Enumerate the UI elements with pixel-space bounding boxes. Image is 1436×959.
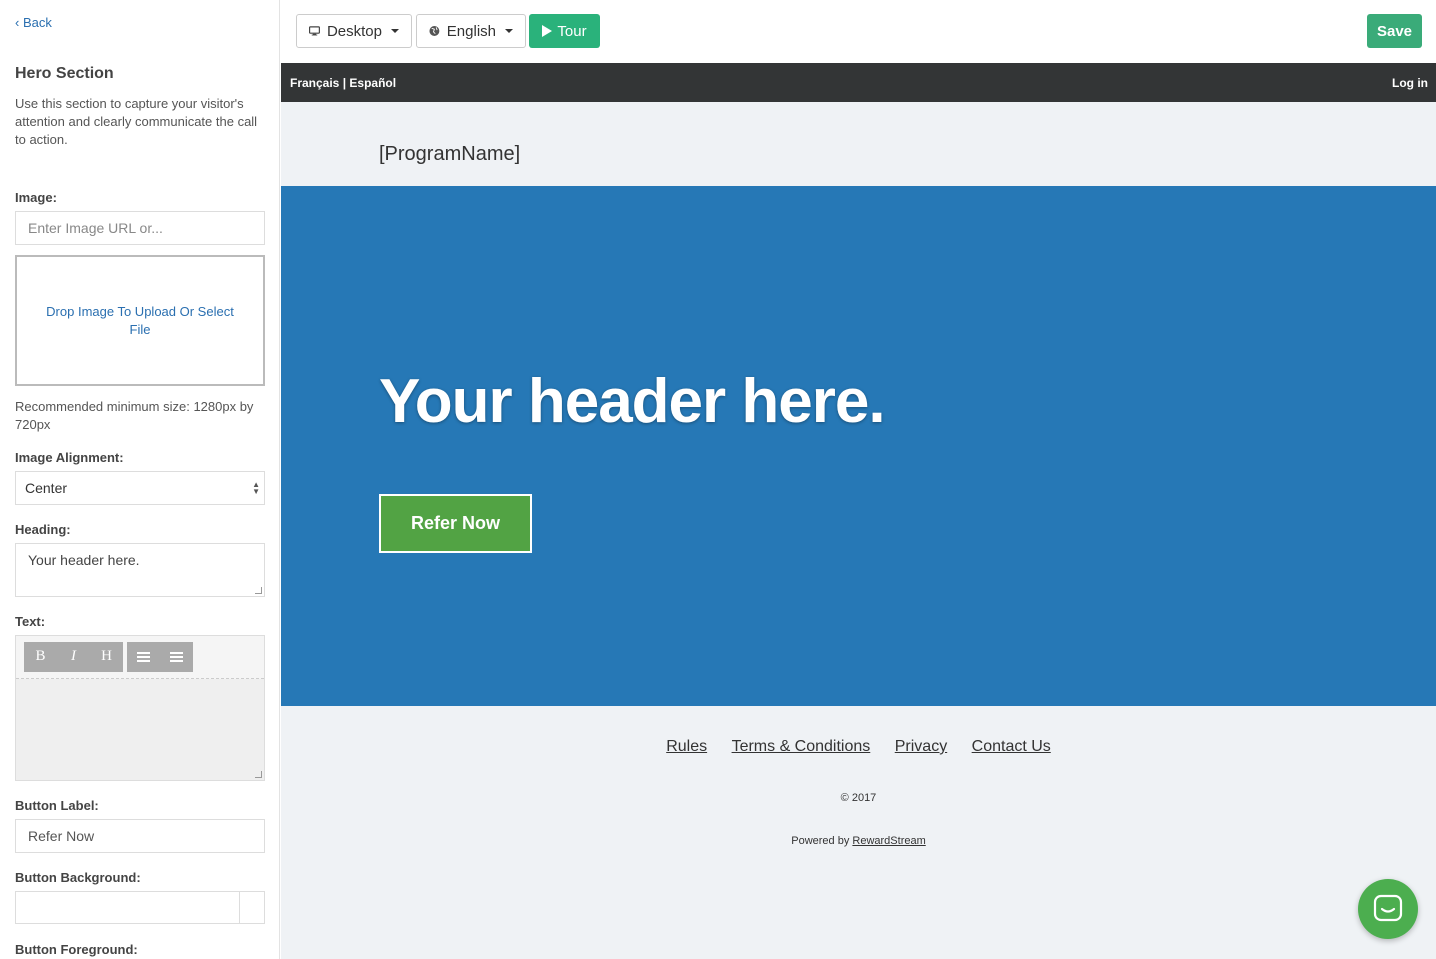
language-links[interactable]: Français | Español bbox=[290, 76, 396, 90]
heading-textarea[interactable]: Your header here. bbox=[15, 543, 265, 597]
italic-button[interactable]: I bbox=[57, 642, 90, 671]
top-toolbar: Desktop English Tour Save bbox=[281, 0, 1436, 63]
login-link[interactable]: Log in bbox=[1392, 76, 1428, 90]
button-background-input[interactable] bbox=[15, 891, 265, 924]
footer-link-privacy[interactable]: Privacy bbox=[895, 738, 947, 755]
list-button-group bbox=[127, 642, 193, 672]
image-alignment-select[interactable]: Center ▲ ▼ bbox=[15, 471, 265, 505]
language-dropdown[interactable]: English bbox=[416, 14, 526, 48]
button-background-label: Button Background: bbox=[15, 870, 141, 885]
section-title: Hero Section bbox=[15, 65, 114, 82]
chevron-down-icon bbox=[391, 29, 399, 33]
button-foreground-label: Button Foreground: bbox=[15, 942, 138, 957]
text-label: Text: bbox=[15, 614, 46, 629]
footer-link-rules[interactable]: Rules bbox=[666, 738, 707, 755]
powered-by-prefix: Powered by bbox=[791, 835, 853, 847]
image-dropzone[interactable]: Drop Image To Upload Or Select File bbox=[15, 255, 265, 386]
text-editor[interactable]: B I H bbox=[15, 635, 265, 781]
color-swatch[interactable] bbox=[239, 892, 264, 923]
unordered-list-button[interactable] bbox=[127, 642, 160, 671]
play-icon bbox=[542, 25, 553, 37]
resize-grip-icon[interactable] bbox=[255, 587, 262, 594]
chevron-left-icon: ‹ bbox=[15, 15, 20, 30]
format-button-group: B I H bbox=[24, 642, 123, 672]
heading-button[interactable]: H bbox=[90, 642, 123, 671]
select-arrows-icon: ▲ ▼ bbox=[252, 480, 260, 496]
globe-icon bbox=[429, 26, 440, 36]
heading-value: Your header here. bbox=[28, 552, 140, 568]
editor-sidebar: ‹ Back Hero Section Use this section to … bbox=[0, 0, 280, 959]
image-url-input[interactable] bbox=[15, 211, 265, 245]
dropzone-text: Drop Image To Upload Or Select File bbox=[46, 303, 234, 337]
list-icon bbox=[137, 651, 150, 662]
list-icon bbox=[170, 651, 183, 662]
image-alignment-label: Image Alignment: bbox=[15, 450, 124, 465]
device-label: Desktop bbox=[326, 22, 382, 40]
chat-launcher[interactable] bbox=[1358, 879, 1418, 939]
footer-link-contact[interactable]: Contact Us bbox=[972, 738, 1051, 755]
editor-toolbar: B I H bbox=[16, 636, 264, 679]
back-label: Back bbox=[22, 15, 52, 30]
powered-by: Powered by RewardStream bbox=[281, 835, 1436, 847]
rewardstream-link[interactable]: RewardStream bbox=[852, 835, 925, 847]
back-link[interactable]: ‹ Back bbox=[15, 15, 52, 30]
footer-link-terms[interactable]: Terms & Conditions bbox=[732, 738, 871, 755]
language-label: English bbox=[446, 22, 496, 40]
image-size-hint: Recommended minimum size: 1280px by 720p… bbox=[15, 399, 254, 432]
page-preview: Français | Español Log in [ProgramName] … bbox=[281, 63, 1436, 959]
image-alignment-value: Center bbox=[25, 480, 68, 496]
chevron-down-icon bbox=[505, 29, 513, 33]
copyright: © 2017 bbox=[840, 792, 877, 804]
refer-now-button[interactable]: Refer Now bbox=[379, 494, 532, 553]
chat-icon bbox=[1373, 894, 1403, 922]
hero-heading: Your header here. bbox=[379, 367, 886, 436]
button-label-input[interactable] bbox=[15, 819, 265, 853]
device-dropdown[interactable]: Desktop bbox=[296, 14, 412, 48]
button-label-label: Button Label: bbox=[15, 798, 99, 813]
resize-grip-icon[interactable] bbox=[255, 771, 262, 778]
bold-button[interactable]: B bbox=[24, 642, 57, 671]
program-name: [ProgramName] bbox=[379, 143, 521, 165]
heading-label: Heading: bbox=[15, 522, 71, 537]
section-description: Use this section to capture your visitor… bbox=[15, 96, 258, 147]
hero-section[interactable]: Your header here. Refer Now bbox=[281, 186, 1436, 706]
footer-links: Rules Terms & Conditions Privacy Contact… bbox=[281, 738, 1436, 756]
tour-label: Tour bbox=[557, 22, 587, 40]
monitor-icon bbox=[309, 26, 320, 36]
language-bar: Français | Español Log in bbox=[281, 63, 1436, 102]
tour-button[interactable]: Tour bbox=[529, 14, 600, 48]
save-button[interactable]: Save bbox=[1367, 14, 1422, 48]
ordered-list-button[interactable] bbox=[160, 642, 193, 671]
image-label: Image: bbox=[15, 190, 57, 205]
